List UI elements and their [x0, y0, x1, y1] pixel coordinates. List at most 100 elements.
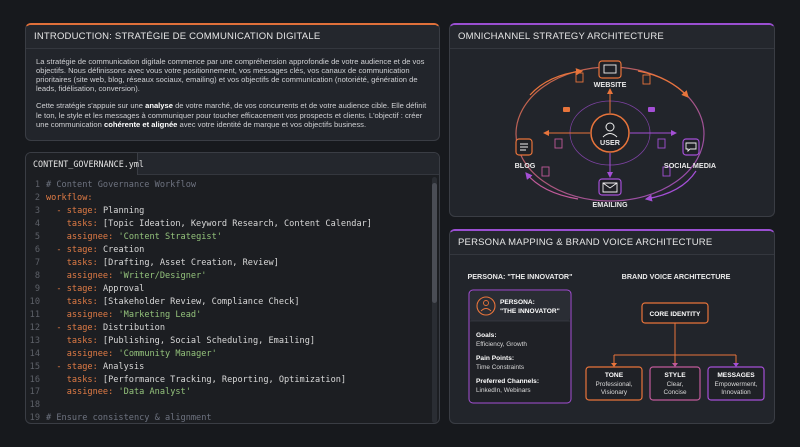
line-number: 13 [29, 335, 40, 346]
code-token-key: workflow: [46, 193, 93, 204]
code-token-key: stage: [66, 206, 98, 217]
code-token-indent [46, 219, 67, 229]
intro-body: La stratégie de communication digitale c… [26, 49, 439, 137]
code-token-str: 'Marketing Lead' [118, 309, 202, 320]
code-token-indent [46, 362, 56, 372]
code-token-val: [Topic Ideation, Keyword Research, Conte… [97, 219, 372, 230]
intro-title: INTRODUCTION: STRATÉGIE DE COMMUNICATION… [26, 25, 439, 49]
code-line[interactable]: 15 - stage: Analysis [26, 360, 429, 373]
code-token-dash: - [56, 361, 67, 372]
line-number: 4 [34, 219, 40, 230]
code-line[interactable]: 17 assignee: 'Data Analyst' [26, 386, 429, 399]
social-node[interactable] [682, 138, 700, 156]
intro-panel: INTRODUCTION: STRATÉGIE DE COMMUNICATION… [25, 23, 440, 141]
code-token-indent [46, 258, 67, 268]
line-number: 3 [34, 206, 40, 217]
social-media-label: SOCIAL MEDIA [664, 161, 716, 170]
line-number: 5 [34, 232, 40, 243]
editor-tab-content-governance[interactable]: CONTENT_GOVERNANCE.yml [26, 153, 144, 175]
messages-value-1: Empowerment, [715, 381, 758, 388]
pain-points-value: Time Constraints [476, 364, 524, 371]
goals-value: Efficiency, Growth [476, 341, 527, 348]
persona-title: PERSONA MAPPING & BRAND VOICE ARCHITECTU… [450, 231, 774, 255]
channels-label: Preferred Channels: [476, 378, 539, 385]
code-line[interactable]: 6 - stage: Creation [26, 244, 429, 257]
code-token-key: assignee: [66, 309, 114, 320]
messages-value-2: Innovation [721, 389, 751, 396]
code-token-dash: - [56, 283, 67, 294]
website-node[interactable] [598, 60, 622, 79]
code-token-key: tasks: [66, 374, 98, 385]
code-line[interactable]: 1 # Content Governance Workflow [26, 179, 429, 192]
code-line[interactable]: 2 workflow: [26, 192, 429, 205]
line-number: 6 [34, 245, 40, 256]
code-token-indent [46, 232, 67, 242]
code-line[interactable]: 13 tasks: [Publishing, Social Scheduling… [26, 334, 429, 347]
code-token-dash: - [56, 245, 67, 256]
code-token-indent [46, 206, 56, 216]
brand-voice-heading: BRAND VOICE ARCHITECTURE [622, 272, 731, 281]
code-line[interactable]: 5 assignee: 'Content Strategist' [26, 231, 429, 244]
editor-scrollbar-thumb[interactable] [432, 183, 437, 303]
code-line[interactable]: 11 assignee: 'Marketing Lead' [26, 308, 429, 321]
website-label: WEBSITE [594, 80, 627, 89]
code-text: tasks: [Drafting, Asset Creation, Review… [46, 258, 279, 268]
code-line[interactable]: 10 tasks: [Stakeholder Review, Complianc… [26, 295, 429, 308]
line-number: 15 [29, 361, 40, 372]
code-token-com: # Ensure consistency & alignment [46, 413, 212, 424]
line-number: 19 [29, 413, 40, 424]
line-number: 17 [29, 387, 40, 398]
line-number: 11 [29, 309, 40, 320]
style-value-2: Concise [663, 389, 687, 396]
code-token-key: stage: [66, 361, 98, 372]
line-number: 2 [34, 193, 40, 204]
code-lines[interactable]: 1 # Content Governance Workflow 2 workflow:… [26, 179, 429, 424]
code-line[interactable]: 14 assignee: 'Community Manager' [26, 347, 429, 360]
emailing-node[interactable] [598, 178, 622, 196]
code-line[interactable]: 7 tasks: [Drafting, Asset Creation, Revi… [26, 257, 429, 270]
code-text: - stage: Planning [46, 206, 144, 216]
code-text: # Content Governance Workflow [46, 180, 196, 190]
code-text: assignee: 'Community Manager' [46, 349, 217, 359]
persona-section-heading: PERSONA: "THE INNOVATOR" [467, 272, 572, 281]
code-token-val: [Stakeholder Review, Compliance Check] [97, 296, 300, 307]
code-token-str: 'Community Manager' [118, 348, 217, 359]
pain-points-label: Pain Points: [476, 355, 514, 362]
code-text: assignee: 'Writer/Designer' [46, 271, 207, 282]
code-line[interactable]: 18 [26, 399, 429, 412]
code-text: assignee: 'Content Strategist' [46, 232, 222, 242]
code-text: tasks: [Topic Ideation, Keyword Research… [46, 219, 372, 229]
tone-value-2: Visionary [601, 389, 628, 396]
persona-card-header [470, 291, 570, 321]
style-label: STYLE [664, 372, 686, 379]
code-line[interactable]: 16 tasks: [Performance Tracking, Reporti… [26, 373, 429, 386]
code-line[interactable]: 4 tasks: [Topic Ideation, Keyword Resear… [26, 218, 429, 231]
code-text: tasks: [Publishing, Social Scheduling, E… [46, 336, 315, 346]
persona-diagram: PERSONA: "THE INNOVATOR" BRAND VOICE ARC… [467, 272, 765, 404]
code-line[interactable]: 12 - stage: Distribution [26, 321, 429, 334]
code-line[interactable]: 19 # Ensure consistency & alignment [26, 412, 429, 424]
editor-tab-bar: CONTENT_GOVERNANCE.yml [26, 153, 439, 175]
code-token-indent [46, 336, 67, 346]
code-line[interactable]: 8 assignee: 'Writer/Designer' [26, 270, 429, 283]
code-token-str: 'Writer/Designer' [118, 271, 207, 282]
code-line[interactable]: 9 - stage: Approval [26, 283, 429, 296]
code-token-key: tasks: [66, 296, 98, 307]
code-token-val: Planning [97, 206, 145, 217]
blog-label: BLOG [515, 161, 536, 170]
code-line[interactable]: 3 - stage: Planning [26, 205, 429, 218]
code-token-key: tasks: [66, 335, 98, 346]
code-token-val: Analysis [97, 361, 145, 372]
messages-label: MESSAGES [717, 372, 755, 379]
line-number: 10 [29, 296, 40, 307]
intro-paragraph-1: La stratégie de communication digitale c… [36, 57, 425, 94]
omnichannel-panel: OMNICHANNEL STRATEGY ARCHITECTURE USER W… [449, 23, 775, 217]
tree-connector [613, 323, 737, 365]
persona-card-title-1: PERSONA: [500, 299, 535, 306]
intro-p2-bold-analyse: analyse [145, 101, 173, 111]
code-token-indent [46, 349, 67, 359]
code-text: - stage: Creation [46, 245, 144, 255]
code-token-indent [46, 387, 67, 397]
line-number: 9 [34, 283, 40, 294]
omnichannel-diagram: USER WEBSITE BLOG SOCIAL MEDIA EMAILING [515, 60, 716, 209]
